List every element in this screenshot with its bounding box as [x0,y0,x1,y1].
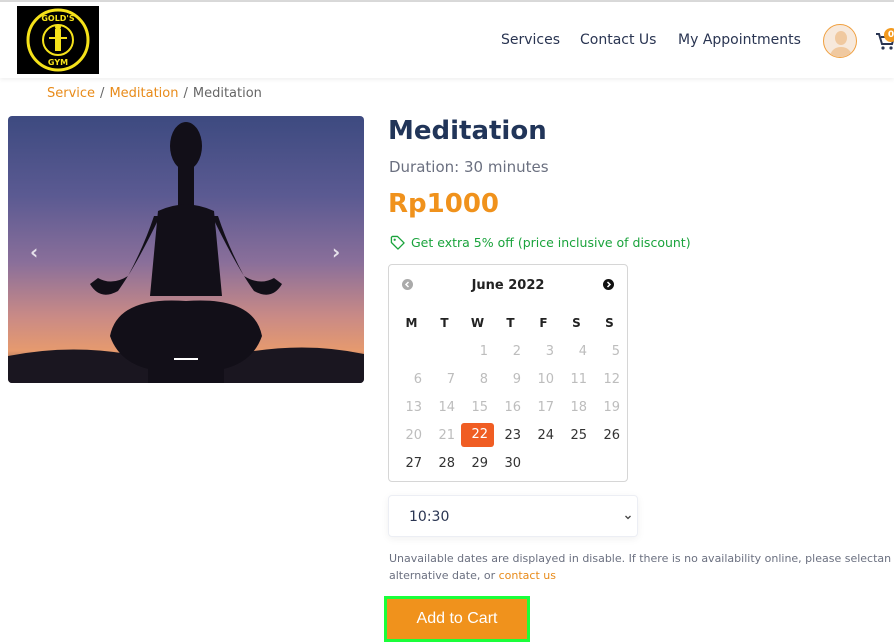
time-slot-select[interactable]: 10:30 [388,495,638,537]
calendar-day: 16 [504,399,521,415]
nav-services[interactable]: Services [501,32,560,48]
calendar-day[interactable]: 28 [428,456,461,471]
calendar-day: 21 [438,427,455,443]
calendar-week-row: 27 28 29 30 [395,449,627,477]
calendar-month-label: June 2022 [471,278,545,293]
calendar-day: 4 [578,343,587,359]
breadcrumb-current: Meditation [192,86,262,101]
calendar-day: 1 [479,343,488,359]
weekday-label: W [470,316,485,330]
user-silhouette-icon [829,31,853,57]
calendar-day: 10 [537,371,554,387]
service-title: Meditation [388,116,547,146]
availability-note: Unavailable dates are displayed in disab… [389,550,894,584]
weekday-label: T [506,316,515,330]
service-price: Rp1000 [388,189,499,219]
cart-count-badge: 0 [884,28,894,42]
image-carousel: ‹ › [8,116,364,383]
calendar-week-row: 20 21 22 23 24 25 26 [395,421,627,449]
calendar-day: 19 [603,399,620,415]
date-picker-calendar: June 2022 M T W T F S S 1 2 3 4 5 6 7 8 9 10 11 12 1… [388,264,628,482]
time-slot-value: 10:30 [409,509,450,525]
calendar-next-month-button[interactable] [603,279,614,290]
header: GOLD'S GYM Services Contact Us My Appoin… [0,2,894,78]
svg-text:GOLD'S: GOLD'S [41,14,75,23]
calendar-day[interactable]: 23 [494,428,527,443]
weekday-label: F [539,316,548,330]
availability-note-text: Unavailable dates are displayed in disab… [389,552,892,582]
calendar-day[interactable]: 30 [494,456,527,471]
carousel-next-button[interactable]: › [332,240,340,264]
calendar-day[interactable]: 27 [395,456,428,471]
carousel-indicator-active[interactable] [174,358,198,360]
calendar-day: 7 [446,371,455,387]
calendar-day: 5 [611,343,620,359]
calendar-week-row: 13 14 15 16 17 18 19 [395,393,627,421]
calendar-day: 18 [570,399,587,415]
breadcrumb-service[interactable]: Service [47,86,95,101]
calendar-day: 13 [405,399,422,415]
svg-text:GYM: GYM [48,58,68,67]
calendar-day: 2 [512,343,521,359]
calendar-day: 20 [405,427,422,443]
tag-icon [390,235,405,250]
breadcrumb-separator: / [183,86,188,101]
breadcrumb: Service / Meditation / Meditation [47,86,262,101]
calendar-day: 11 [570,371,587,387]
nav-contact-us[interactable]: Contact Us [580,32,656,48]
chevron-right-icon [606,281,612,288]
promo-text: Get extra 5% off (price inclusive of dis… [411,235,691,250]
calendar-day: 17 [537,399,554,415]
calendar-day[interactable]: 29 [461,456,494,471]
carousel-prev-button[interactable]: ‹ [30,240,38,264]
weekday-label: T [440,316,449,330]
logo-emblem-icon: GOLD'S GYM [26,8,90,72]
calendar-day: 6 [413,371,422,387]
calendar-weekday-row: M T W T F S S [395,309,627,337]
calendar-day[interactable]: 26 [593,428,626,443]
calendar-day: 15 [471,399,488,415]
calendar-day: 8 [479,371,488,387]
user-avatar[interactable] [823,24,857,58]
calendar-week-row: 6 7 8 9 10 11 12 [395,365,627,393]
calendar-day[interactable]: 25 [560,428,593,443]
calendar-day: 14 [438,399,455,415]
chevron-down-icon [625,515,631,520]
nav-my-appointments[interactable]: My Appointments [678,32,801,48]
weekday-label: M [405,316,418,330]
golds-gym-logo[interactable]: GOLD'S GYM [17,6,99,74]
calendar-week-row: 1 2 3 4 5 [395,337,627,365]
contact-us-link[interactable]: contact us [499,569,556,582]
calendar-day: 9 [512,371,521,387]
meditation-silhouette-image [8,122,364,383]
breadcrumb-separator: / [100,86,105,101]
calendar-day-selected[interactable]: 22 [461,423,494,447]
weekday-label: S [572,316,581,330]
service-duration: Duration: 30 minutes [389,158,549,176]
promo-offer: Get extra 5% off (price inclusive of dis… [390,235,691,250]
breadcrumb-meditation-category[interactable]: Meditation [109,86,178,101]
calendar-day: 12 [603,371,620,387]
calendar-day: 3 [545,343,554,359]
calendar-grid: M T W T F S S 1 2 3 4 5 6 7 8 9 10 11 12 13 14 15 16 17 1… [395,309,627,477]
add-to-cart-button[interactable]: Add to Cart [384,596,530,642]
calendar-day[interactable]: 24 [527,428,560,443]
weekday-label: S [605,316,614,330]
